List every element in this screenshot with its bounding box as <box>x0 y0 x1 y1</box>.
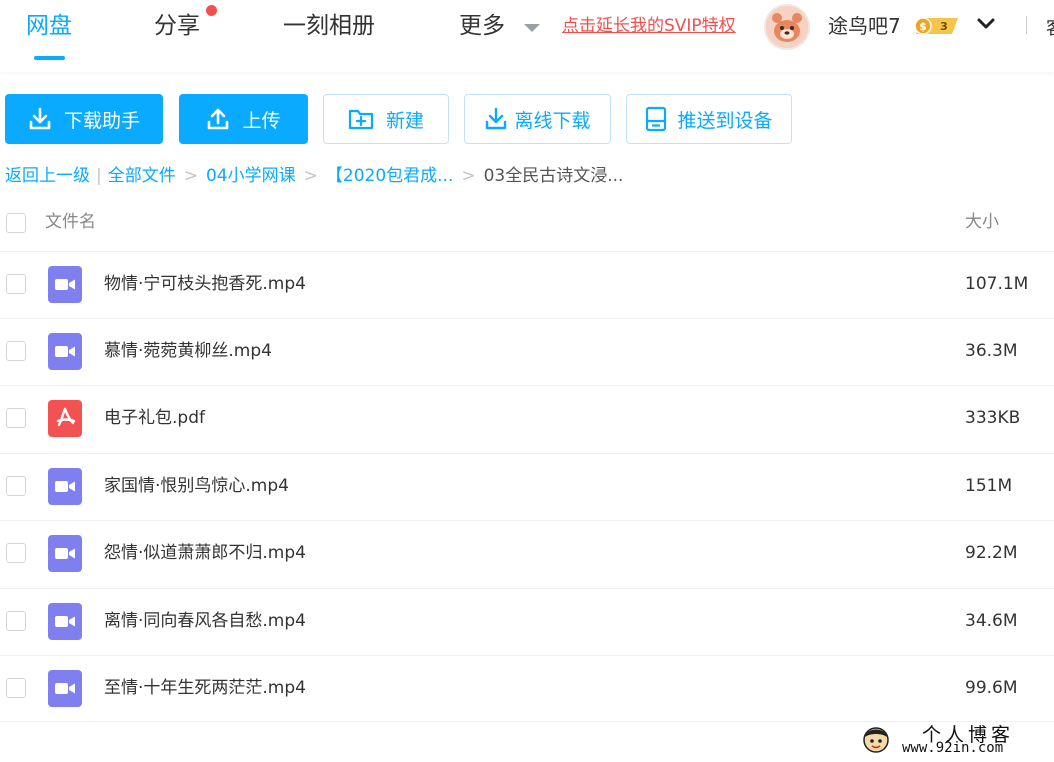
video-file-icon <box>48 603 82 640</box>
file-name[interactable]: 慕情·菀菀黄柳丝.mp4 <box>104 339 272 363</box>
svip-renew-link[interactable]: 点击延长我的SVIP特权 <box>562 15 736 37</box>
download-helper-button[interactable]: 下载助手 <box>5 94 163 144</box>
row-checkbox[interactable] <box>6 341 26 361</box>
file-name[interactable]: 离情·同向春风各自愁.mp4 <box>104 609 306 633</box>
file-name[interactable]: 电子礼包.pdf <box>104 406 205 430</box>
row-checkbox[interactable] <box>6 543 26 563</box>
column-header-name[interactable]: 文件名 <box>45 210 96 234</box>
push-to-device-label: 推送到设备 <box>677 109 773 132</box>
row-checkbox[interactable] <box>6 408 26 428</box>
file-size: 92.2M <box>965 543 1018 563</box>
breadcrumb: 返回上一级 | 全部文件 >04小学网课 > 【2020包君成... >03全民古诗文浸..… <box>5 164 623 188</box>
offline-download-label: 离线下载 <box>514 109 591 132</box>
avatar[interactable] <box>764 4 810 50</box>
breadcrumb-separator: > <box>461 166 476 186</box>
svip-badge[interactable]: $ 3 <box>912 16 962 36</box>
video-file-icon <box>48 468 82 505</box>
upload-label: 上传 <box>242 109 281 132</box>
nav-share[interactable]: 分享 <box>154 10 200 42</box>
row-checkbox[interactable] <box>6 678 26 698</box>
breadcrumb-item-course[interactable]: 04小学网课 <box>206 166 296 186</box>
nav-divider <box>1026 16 1027 34</box>
nav-album[interactable]: 一刻相册 <box>283 10 375 42</box>
file-name[interactable]: 物情·宁可枝头抱香死.mp4 <box>104 272 306 296</box>
column-header-size[interactable]: 大小 <box>965 210 999 234</box>
svg-text:$: $ <box>919 20 927 33</box>
top-nav: 网盘 分享 一刻相册 更多 点击延长我的SVIP特权 途鸟吧7 $ 3 客 <box>0 0 1054 72</box>
row-checkbox[interactable] <box>6 611 26 631</box>
breadcrumb-separator: > <box>303 166 318 186</box>
offline-download-button[interactable]: 离线下载 <box>464 94 611 144</box>
breadcrumb-back-link[interactable]: 返回上一级 <box>5 166 90 186</box>
file-size: 36.3M <box>965 341 1018 361</box>
device-icon <box>646 106 667 132</box>
file-size: 34.6M <box>965 611 1018 631</box>
chevron-down-icon[interactable] <box>976 14 996 34</box>
row-checkbox[interactable] <box>6 476 26 496</box>
table-row[interactable]: 家国情·恨别鸟惊心.mp4 151M <box>0 453 1054 520</box>
table-row[interactable]: 物情·宁可枝头抱香死.mp4 107.1M <box>0 251 1054 318</box>
file-name[interactable]: 怨情·似道萧萧郎不归.mp4 <box>104 541 306 565</box>
video-file-icon <box>48 535 82 572</box>
nav-more[interactable]: 更多 <box>459 10 505 42</box>
new-folder-icon <box>348 109 374 130</box>
file-size: 99.6M <box>965 678 1018 698</box>
table-row[interactable]: 离情·同向春风各自愁.mp4 34.6M <box>0 588 1054 655</box>
file-size: 151M <box>965 476 1013 496</box>
watermark-url: www.92in.com <box>902 740 1004 756</box>
video-file-icon <box>48 333 82 370</box>
nav-partial-item[interactable]: 客 <box>1046 14 1054 40</box>
nav-active-indicator <box>34 56 65 60</box>
row-checkbox[interactable] <box>6 274 26 294</box>
table-row[interactable]: 怨情·似道萧萧郎不归.mp4 92.2M <box>0 520 1054 587</box>
breadcrumb-item-current: 03全民古诗文浸... <box>483 166 624 186</box>
pdf-file-icon <box>48 400 82 437</box>
new-label: 新建 <box>385 109 424 132</box>
vip-level: 3 <box>940 20 948 33</box>
new-folder-button[interactable]: 新建 <box>323 94 449 144</box>
upload-button[interactable]: 上传 <box>179 94 308 144</box>
download-helper-label: 下载助手 <box>63 109 140 132</box>
upload-icon <box>208 108 229 130</box>
push-to-device-button[interactable]: 推送到设备 <box>626 94 792 144</box>
file-name[interactable]: 至情·十年生死两茫茫.mp4 <box>104 676 306 700</box>
caret-down-icon[interactable] <box>524 24 540 32</box>
video-file-icon <box>48 266 82 303</box>
breadcrumb-item-package[interactable]: 【2020包君成... <box>326 166 453 186</box>
select-all-checkbox[interactable] <box>6 213 26 233</box>
file-name[interactable]: 家国情·恨别鸟惊心.mp4 <box>104 474 289 498</box>
table-row[interactable]: 慕情·菀菀黄柳丝.mp4 36.3M <box>0 318 1054 385</box>
watermark-logo-icon <box>863 727 889 753</box>
download-icon <box>486 107 507 130</box>
file-size: 333KB <box>965 408 1021 428</box>
video-file-icon <box>48 670 82 707</box>
notification-dot <box>206 5 217 16</box>
table-row[interactable]: 至情·十年生死两茫茫.mp4 99.6M <box>0 655 1054 722</box>
breadcrumb-item-all-files[interactable]: 全部文件 <box>108 166 176 186</box>
download-icon <box>29 107 51 130</box>
file-size: 107.1M <box>965 274 1029 294</box>
breadcrumb-separator: > <box>183 166 198 186</box>
username[interactable]: 途鸟吧7 <box>828 12 901 40</box>
table-row[interactable]: 电子礼包.pdf 333KB <box>0 385 1054 452</box>
nav-netdisk[interactable]: 网盘 <box>26 10 72 42</box>
breadcrumb-divider: | <box>96 166 102 186</box>
